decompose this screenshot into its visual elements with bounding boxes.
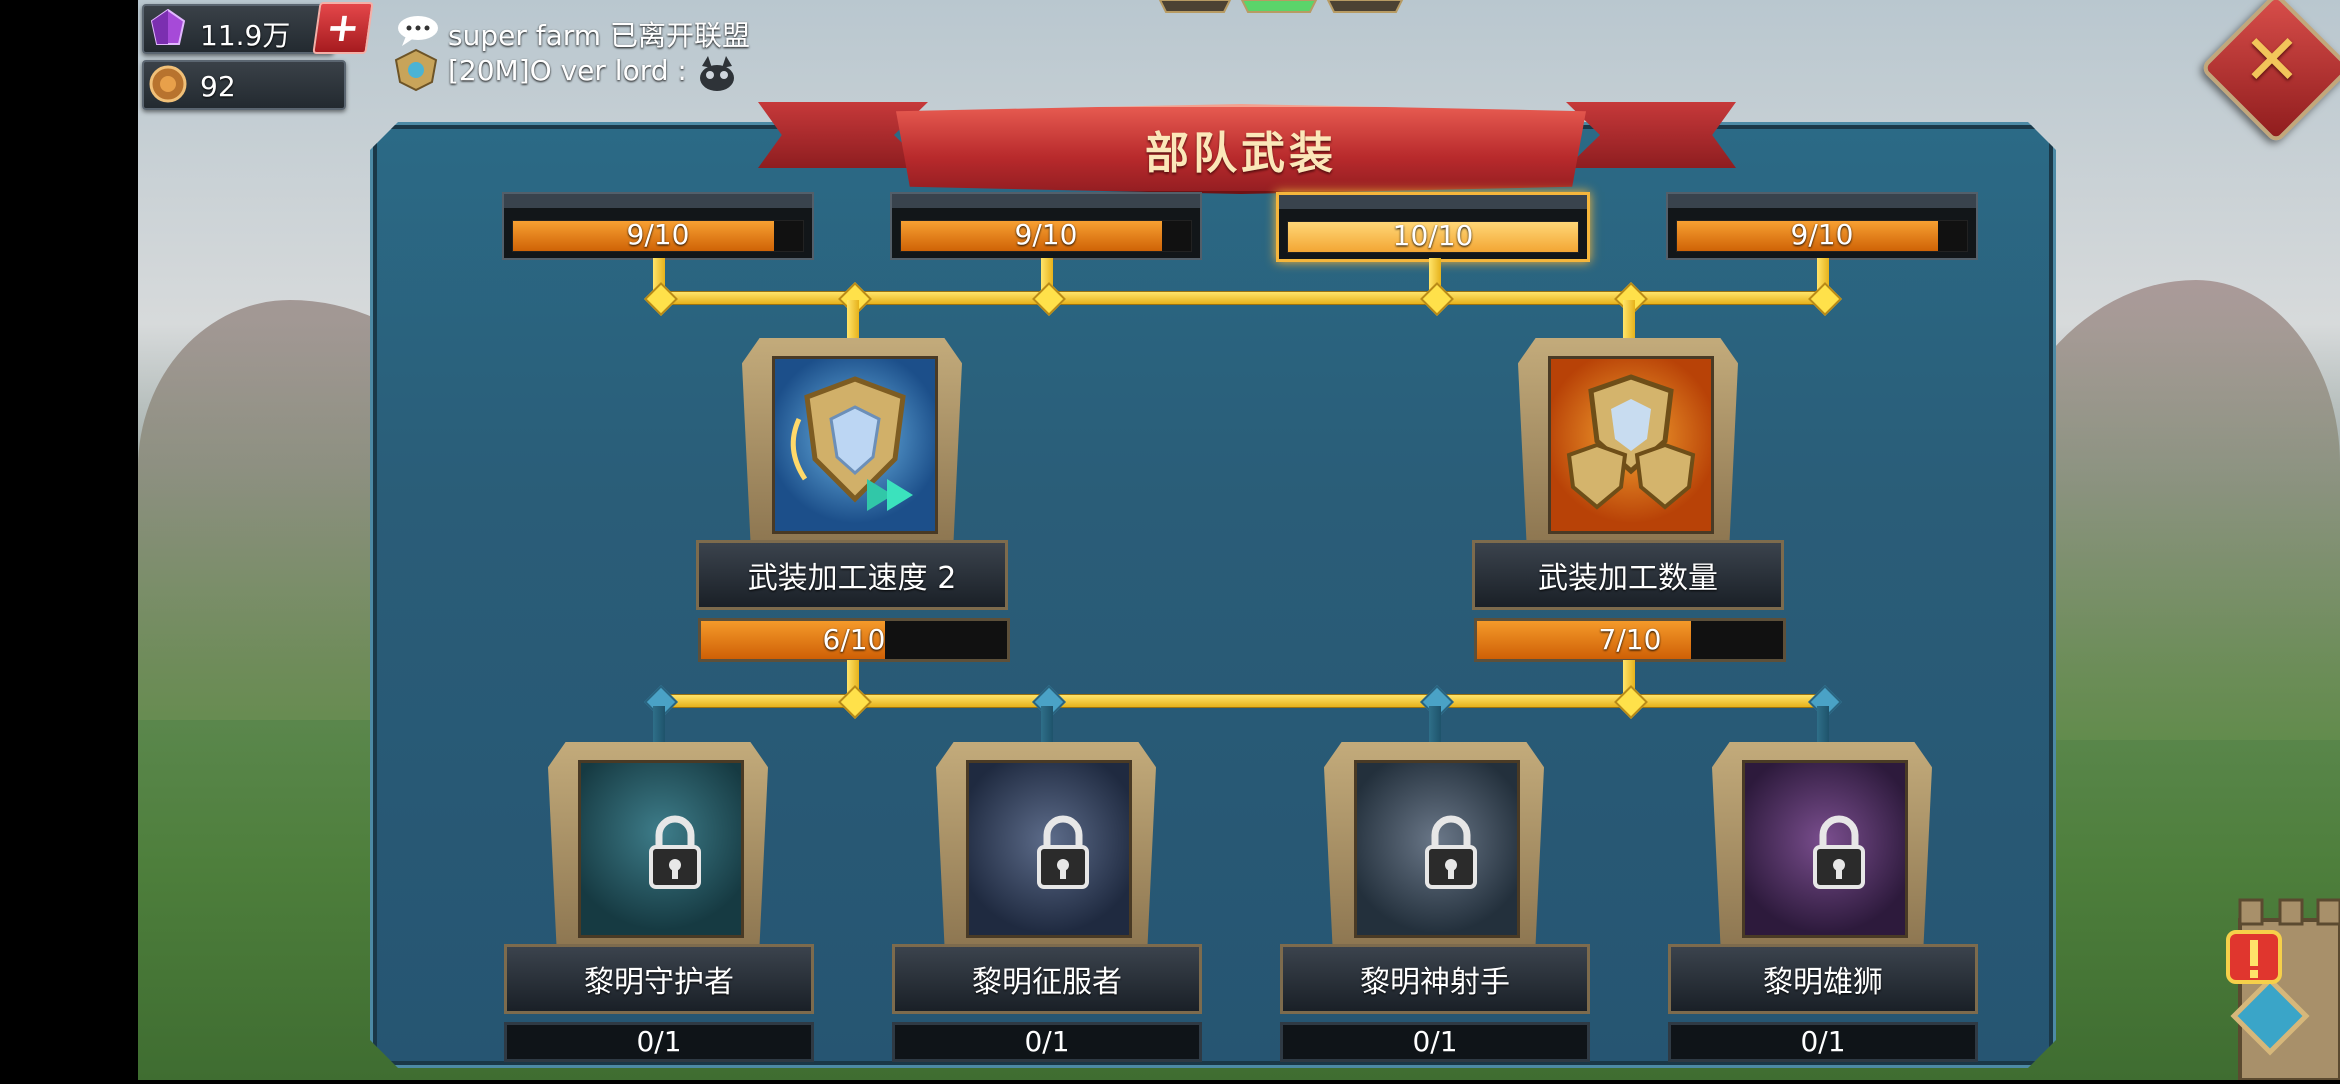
- connector: [659, 694, 1823, 708]
- page-title: 部队武装: [1145, 128, 1337, 179]
- triple-shield-icon: [1548, 356, 1714, 534]
- add-gems-button[interactable]: +: [312, 2, 374, 54]
- unit-count-4: 0/1: [1668, 1022, 1978, 1062]
- top-progress-3[interactable]: 10/10: [1276, 192, 1590, 262]
- title-banner: 部队武装: [896, 104, 1586, 194]
- lock-icon: [1813, 815, 1865, 889]
- chat-avatar-icon: [696, 54, 738, 94]
- top-progress-label-3: 10/10: [1392, 219, 1474, 252]
- skill-name-2: 武装加工数量: [1472, 540, 1784, 610]
- unit-name-1: 黎明守护者: [504, 944, 814, 1014]
- connector: [659, 291, 1823, 305]
- connector: [653, 706, 665, 742]
- skill-progress-2: 7/10: [1474, 618, 1786, 662]
- gem-count: 11.9万: [200, 19, 291, 52]
- close-button[interactable]: ✕: [2232, 19, 2312, 101]
- top-progress-4[interactable]: 9/10: [1666, 192, 1978, 260]
- skill-progress-label-2: 7/10: [1598, 623, 1662, 656]
- coin-resource: 92: [142, 60, 346, 110]
- gem-resource: 11.9万: [142, 4, 334, 54]
- unit-name-2: 黎明征服者: [892, 944, 1202, 1014]
- top-progress-label-2: 9/10: [1014, 218, 1078, 251]
- alert-icon[interactable]: [2222, 928, 2286, 992]
- guild-emblem-icon: [392, 48, 438, 92]
- chat-bubble-icon[interactable]: [396, 14, 438, 46]
- connector: [1817, 706, 1829, 742]
- connector: [1429, 706, 1441, 742]
- dawn-marksman-portrait: [1354, 760, 1520, 938]
- unit-count-1: 0/1: [504, 1022, 814, 1062]
- top-progress-label-1: 9/10: [626, 218, 690, 251]
- connector: [847, 300, 859, 340]
- top-progress-1[interactable]: 9/10: [502, 192, 814, 260]
- connector: [1623, 300, 1635, 340]
- top-progress-label-4: 9/10: [1790, 218, 1854, 251]
- dawn-conqueror-portrait: [966, 760, 1132, 938]
- gem-icon: [148, 8, 188, 48]
- unit-name-3: 黎明神射手: [1280, 944, 1590, 1014]
- coin-count: 92: [200, 70, 236, 103]
- chat-message-1[interactable]: super farm 已离开联盟: [448, 14, 750, 54]
- page-indicator: [1156, 0, 1404, 13]
- skill-progress-label-1: 6/10: [822, 623, 886, 656]
- chat-message-2[interactable]: [20M]O ver lord :: [448, 54, 687, 87]
- connector: [1041, 706, 1053, 742]
- shield-speed-icon: [772, 356, 938, 534]
- unit-count-2: 0/1: [892, 1022, 1202, 1062]
- unit-count-3: 0/1: [1280, 1022, 1590, 1062]
- coin-icon: [148, 64, 188, 104]
- lock-icon: [1425, 815, 1477, 889]
- dawn-guardian-portrait: [578, 760, 744, 938]
- dawn-lion-portrait: [1742, 760, 1908, 938]
- top-progress-2[interactable]: 9/10: [890, 192, 1202, 260]
- skill-progress-1: 6/10: [698, 618, 1010, 662]
- lock-icon: [1037, 815, 1089, 889]
- lock-icon: [649, 815, 701, 889]
- skill-name-1: 武装加工速度 2: [696, 540, 1008, 610]
- unit-name-4: 黎明雄狮: [1668, 944, 1978, 1014]
